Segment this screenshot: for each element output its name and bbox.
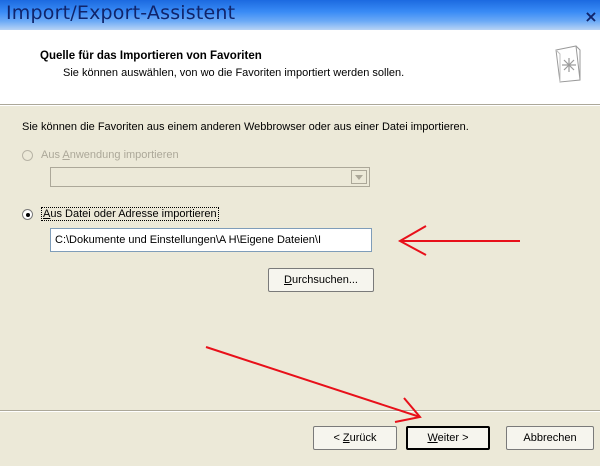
annotation-arrow <box>397 225 520 256</box>
annotation-arrow <box>205 346 422 423</box>
annotation-overlay <box>205 225 520 423</box>
